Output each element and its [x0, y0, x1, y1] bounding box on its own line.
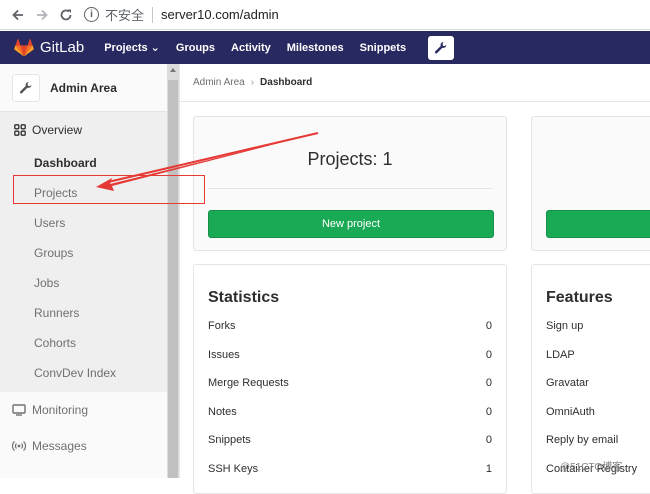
watermark-text: @51CTO博客 [560, 462, 623, 473]
annotation-arrow-icon [96, 132, 319, 191]
